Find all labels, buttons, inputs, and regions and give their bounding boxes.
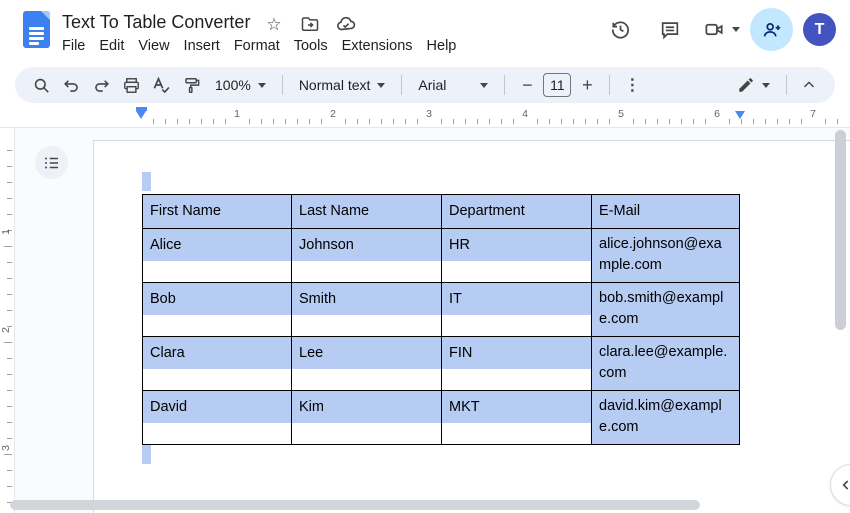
right-indent-marker[interactable]	[735, 111, 745, 119]
menu-extensions[interactable]: Extensions	[335, 36, 420, 56]
selected-paragraph-mark-bottom	[142, 445, 151, 464]
menu-tools[interactable]: Tools	[287, 36, 335, 56]
ruler-number: 1	[0, 229, 12, 235]
decrease-font-size-button[interactable]: −	[513, 71, 541, 99]
zoom-dropdown-icon	[257, 82, 266, 88]
ruler-number: 3	[426, 108, 432, 120]
increase-font-size-button[interactable]: +	[573, 71, 601, 99]
table-cell[interactable]: David	[142, 390, 292, 445]
table-header-cell[interactable]: Last Name	[291, 194, 442, 229]
video-call-icon[interactable]	[700, 10, 728, 50]
star-icon[interactable]: ☆	[263, 13, 285, 35]
ruler-number: 6	[714, 108, 720, 120]
left-indent-marker[interactable]	[136, 107, 147, 119]
editing-mode-dropdown-icon	[762, 82, 770, 88]
ruler-number: 7	[810, 108, 816, 120]
search-menus-icon[interactable]	[27, 71, 55, 99]
document-canvas: 123 First Name Last Name Department E-Mail A…	[0, 128, 850, 513]
style-dropdown-icon	[377, 82, 386, 88]
chevron-left-icon	[842, 480, 849, 490]
table-cell[interactable]: clara.lee@example.com	[591, 336, 740, 391]
app-header: Text To Table Converter ☆ File Edit View In…	[0, 0, 850, 60]
outline-list-icon	[44, 157, 58, 168]
table-row: Bob Smith IT bob.smith@example.com	[142, 282, 740, 337]
show-outline-button[interactable]	[35, 146, 68, 179]
menu-help[interactable]: Help	[420, 36, 464, 56]
toolbar: 100% Normal text Arial − 11 + ⋮	[15, 67, 835, 103]
google-docs-logo-icon[interactable]	[23, 11, 50, 48]
vertical-scrollbar-thumb[interactable]	[835, 130, 846, 330]
document-title[interactable]: Text To Table Converter	[62, 12, 250, 33]
menu-edit[interactable]: Edit	[92, 36, 131, 56]
font-select[interactable]: Arial	[410, 71, 496, 99]
ruler-number: 2	[330, 108, 336, 120]
pencil-icon	[739, 78, 753, 92]
ruler-number: 3	[0, 445, 12, 451]
table-cell[interactable]: FIN	[441, 336, 592, 391]
horizontal-ruler[interactable]: 1 2 3 4 5 6 7	[0, 105, 850, 128]
video-call-dropdown-icon[interactable]	[732, 27, 740, 32]
table-cell[interactable]: Bob	[142, 282, 292, 337]
share-button[interactable]	[750, 8, 793, 51]
undo-icon[interactable]	[57, 71, 85, 99]
comments-icon[interactable]	[650, 10, 690, 50]
document-page[interactable]: First Name Last Name Department E-Mail Alice…	[93, 140, 850, 513]
table-header-cell[interactable]: Department	[441, 194, 592, 229]
table-cell[interactable]: MKT	[441, 390, 592, 445]
table-cell[interactable]: bob.smith@example.com	[591, 282, 740, 337]
paragraph-style-select[interactable]: Normal text	[291, 71, 394, 99]
horizontal-scrollbar-thumb[interactable]	[10, 500, 700, 510]
table-header-cell[interactable]: E-Mail	[591, 194, 740, 229]
cloud-saved-icon[interactable]	[335, 13, 357, 35]
vertical-ruler[interactable]: 1 2 3	[0, 128, 15, 513]
zoom-select[interactable]: 100%	[207, 71, 274, 99]
menu-bar: File Edit View Insert Format Tools Extensions H…	[55, 36, 463, 56]
table-row: David Kim MKT david.kim@example.com	[142, 390, 740, 445]
table-cell[interactable]: alice.johnson@example.com	[591, 228, 740, 283]
table-cell[interactable]: Clara	[142, 336, 292, 391]
document-table[interactable]: First Name Last Name Department E-Mail Alice…	[142, 194, 740, 445]
docs-logo-fold	[41, 11, 50, 20]
more-options-icon[interactable]: ⋮	[618, 71, 646, 99]
ruler-number: 2	[0, 327, 12, 333]
menu-view[interactable]: View	[131, 36, 176, 56]
table-cell[interactable]: Kim	[291, 390, 442, 445]
menu-format[interactable]: Format	[227, 36, 287, 56]
table-cell[interactable]: david.kim@example.com	[591, 390, 740, 445]
table-cell[interactable]: Alice	[142, 228, 292, 283]
video-call-control[interactable]	[700, 10, 740, 50]
font-dropdown-icon	[480, 82, 489, 88]
table-cell[interactable]: IT	[441, 282, 592, 337]
table-header-cell[interactable]: First Name	[142, 194, 292, 229]
print-icon[interactable]	[117, 71, 145, 99]
table-cell[interactable]: Johnson	[291, 228, 442, 283]
hide-menus-icon[interactable]	[795, 71, 823, 99]
editing-mode-select[interactable]	[729, 71, 778, 99]
table-row: Clara Lee FIN clara.lee@example.com	[142, 336, 740, 391]
selected-paragraph-mark-top	[142, 172, 151, 191]
table-cell[interactable]: HR	[441, 228, 592, 283]
redo-icon[interactable]	[87, 71, 115, 99]
table-cell[interactable]: Smith	[291, 282, 442, 337]
table-header-row: First Name Last Name Department E-Mail	[142, 194, 740, 229]
person-add-icon	[763, 22, 780, 37]
ruler-number: 1	[234, 108, 240, 120]
account-avatar[interactable]: T	[803, 13, 836, 46]
font-size-input[interactable]: 11	[543, 73, 572, 97]
menu-insert[interactable]: Insert	[177, 36, 227, 56]
version-history-icon[interactable]	[600, 10, 640, 50]
ruler-number: 4	[522, 108, 528, 120]
spell-check-icon[interactable]	[147, 71, 175, 99]
paint-format-icon[interactable]	[177, 71, 205, 99]
table-cell[interactable]: Lee	[291, 336, 442, 391]
move-to-folder-icon[interactable]	[299, 13, 321, 35]
menu-file[interactable]: File	[55, 36, 92, 56]
table-row: Alice Johnson HR alice.johnson@example.com	[142, 228, 740, 283]
ruler-number: 5	[618, 108, 624, 120]
